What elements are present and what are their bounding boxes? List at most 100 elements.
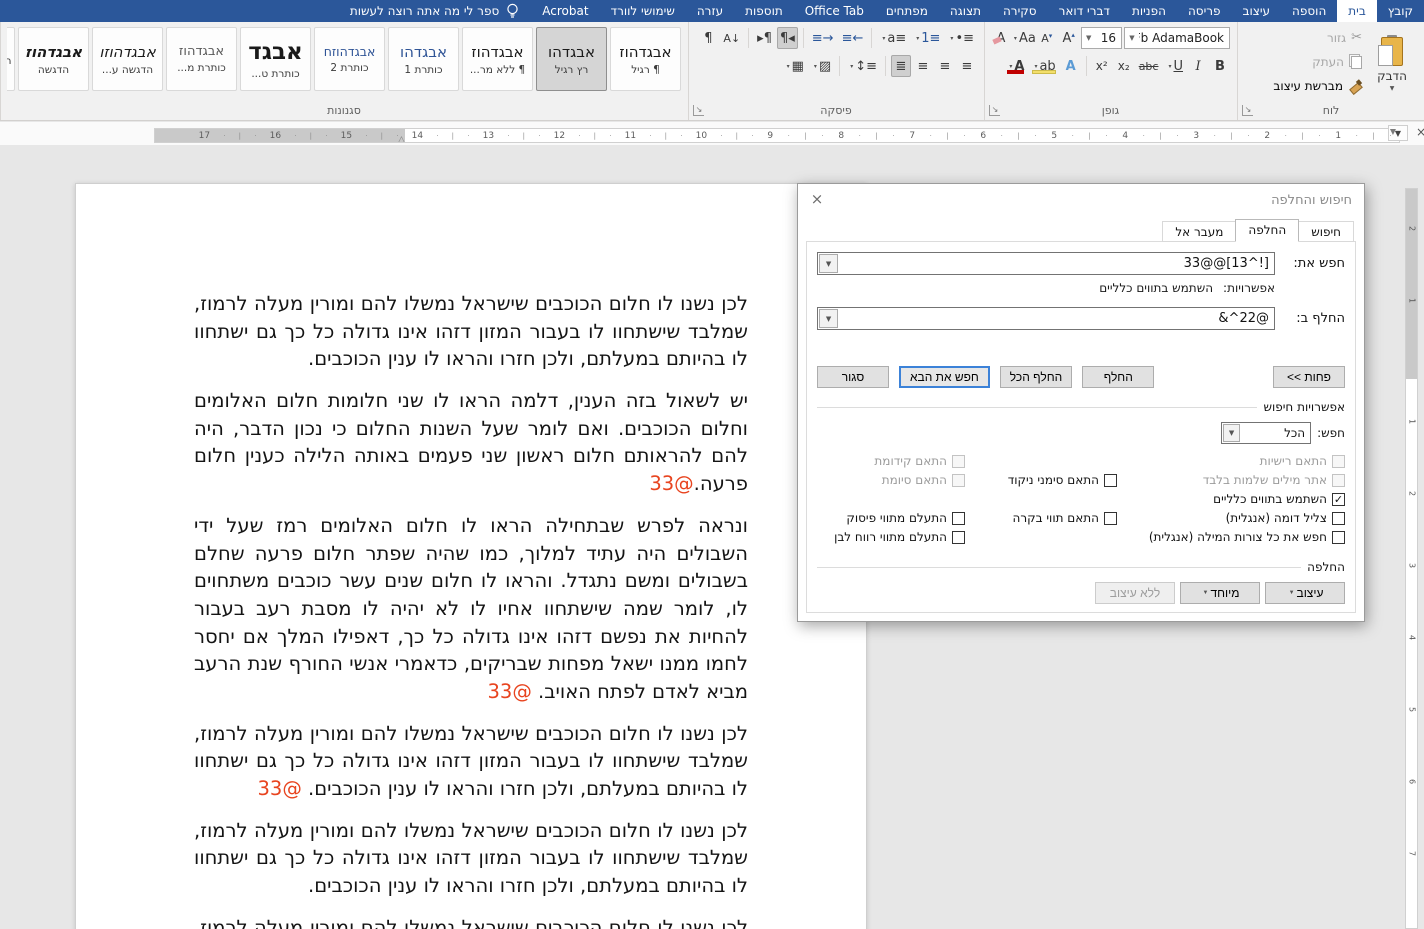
style-card[interactable]: אבגדהוז¶ רגיל bbox=[610, 27, 681, 91]
search-option-checkbox[interactable]: השתמש בתווים כלליים bbox=[1117, 492, 1345, 506]
style-card[interactable]: ה... bbox=[7, 27, 15, 91]
style-card[interactable]: אבגדהוזכותרת מ... bbox=[166, 27, 237, 91]
menu-tab[interactable]: תוספות bbox=[734, 0, 794, 22]
sort-button[interactable]: A↓ bbox=[720, 27, 743, 49]
font-dialog-launcher[interactable]: ↘ bbox=[989, 105, 1000, 116]
indent-marker[interactable]: △ bbox=[398, 135, 405, 143]
search-option-checkbox[interactable]: התאם סימני ניקוד bbox=[965, 473, 1117, 487]
font-size-combo[interactable]: 16 ▼ bbox=[1081, 27, 1122, 49]
menu-tab[interactable]: קובץ bbox=[1377, 0, 1424, 22]
ruler-number: 14 bbox=[412, 131, 423, 141]
chevron-down-icon[interactable]: ▼ bbox=[819, 254, 838, 273]
menu-tab[interactable]: עיצוב bbox=[1232, 0, 1282, 22]
no-formatting-button[interactable]: ללא עיצוב bbox=[1095, 582, 1175, 604]
style-card[interactable]: אבגדכותרת ט... bbox=[240, 27, 311, 91]
special-button[interactable]: מיוחד▼ bbox=[1180, 582, 1260, 604]
clear-formatting-button[interactable]: A bbox=[991, 27, 1011, 49]
change-case-button[interactable]: Aa▾ bbox=[1013, 27, 1035, 49]
menu-tab[interactable]: בית bbox=[1337, 0, 1377, 22]
search-option-checkbox[interactable]: צליל דומה (אנגלית) bbox=[1117, 511, 1345, 525]
ruler-tick: · bbox=[1318, 132, 1320, 140]
grow-font-button[interactable]: A bbox=[1059, 27, 1079, 49]
borders-button[interactable]: ▦▾ bbox=[782, 55, 807, 77]
justify-button[interactable]: ≣ bbox=[891, 55, 911, 77]
menu-tab[interactable]: מפתחים bbox=[875, 0, 939, 22]
ruler-number: 1 bbox=[1408, 296, 1417, 306]
align-right-button[interactable]: ≡ bbox=[957, 55, 977, 77]
ruler-tick: · bbox=[223, 132, 225, 140]
menu-tab[interactable]: שימושי לוורד bbox=[600, 0, 686, 22]
ruler-tick: · bbox=[436, 132, 438, 140]
chevron-down-icon[interactable]: ▼ bbox=[819, 309, 838, 328]
menu-tab[interactable]: תצוגה bbox=[939, 0, 992, 22]
bullet-list-button[interactable]: •≡▾ bbox=[945, 27, 977, 49]
increase-indent-button[interactable]: ≡→ bbox=[809, 27, 837, 49]
document-text-area[interactable]: לכן נשנו לו חלום הכוכבים שישראל נמשלו לה… bbox=[76, 184, 866, 929]
highlight-color-button[interactable]: ab▾ bbox=[1029, 55, 1058, 77]
search-option-checkbox[interactable]: התאם תווי בקרה bbox=[965, 511, 1117, 525]
format-painter-button[interactable]: מברשת עיצוב bbox=[1273, 75, 1362, 96]
strikethrough-button[interactable]: abc bbox=[1136, 55, 1162, 77]
search-option-checkbox[interactable]: התעלם מתווי רווח לבן bbox=[817, 530, 965, 544]
superscript-button[interactable]: x² bbox=[1092, 55, 1112, 77]
italic-button[interactable]: I bbox=[1188, 55, 1208, 77]
first-line-indent-marker[interactable]: ▼ bbox=[1390, 128, 1396, 136]
close-icon[interactable]: × bbox=[1412, 125, 1424, 141]
find-what-input[interactable]: [!^13]@@33 bbox=[839, 256, 1274, 271]
decrease-indent-button[interactable]: ≡← bbox=[839, 27, 867, 49]
style-card[interactable]: אבגדהוכותרת 1 bbox=[388, 27, 459, 91]
dialog-tab[interactable]: החלפה bbox=[1235, 219, 1299, 242]
menu-tab[interactable]: דברי דואר bbox=[1048, 0, 1121, 22]
dialog-tab[interactable]: חיפוש bbox=[1298, 221, 1354, 242]
close-icon[interactable]: × bbox=[808, 190, 826, 208]
close-button[interactable]: סגור bbox=[817, 366, 889, 388]
style-card[interactable]: אבגדהורץ רגיל bbox=[536, 27, 607, 91]
replace-all-button[interactable]: החלף הכל bbox=[1000, 366, 1072, 388]
menu-tab[interactable]: עזרה bbox=[686, 0, 734, 22]
replace-button[interactable]: החלף bbox=[1082, 366, 1154, 388]
align-left-button[interactable]: ≡ bbox=[913, 55, 933, 77]
shrink-font-button[interactable]: A bbox=[1037, 27, 1057, 49]
paragraph-dialog-launcher[interactable]: ↘ bbox=[693, 105, 704, 116]
menu-tab[interactable]: Acrobat bbox=[531, 0, 599, 22]
tell-me-box[interactable]: ספר לי מה אתה רוצה לעשות bbox=[338, 0, 531, 22]
style-card[interactable]: אבגדהוזוהדגשה ע... bbox=[92, 27, 163, 91]
clipboard-dialog-launcher[interactable]: ↘ bbox=[1242, 105, 1253, 116]
rtl-direction-button[interactable]: ¶◂ bbox=[777, 27, 798, 49]
numbered-list-button[interactable]: 1≡▾ bbox=[911, 27, 943, 49]
menu-tab[interactable]: פריסה bbox=[1177, 0, 1232, 22]
search-option-checkbox[interactable]: התעלם מתווי פיסוק bbox=[817, 511, 965, 525]
dialog-tab[interactable]: מעבר אל bbox=[1162, 221, 1236, 242]
style-card[interactable]: אבגדהוז¶ ללא מר... bbox=[462, 27, 533, 91]
show-marks-button[interactable]: ¶ bbox=[698, 27, 718, 49]
cut-button[interactable]: ✂ גזור bbox=[1273, 27, 1362, 48]
format-button[interactable]: עיצוב▼ bbox=[1265, 582, 1345, 604]
style-card[interactable]: אבגדהוזחכותרת 2 bbox=[314, 27, 385, 91]
ltr-direction-button[interactable]: ▸¶ bbox=[754, 27, 775, 49]
subscript-button[interactable]: x₂ bbox=[1114, 55, 1134, 77]
menu-tab[interactable]: Office Tab bbox=[794, 0, 875, 22]
font-name-combo[interactable]: Fb AdamaBook ▼ bbox=[1124, 27, 1230, 49]
align-center-button[interactable]: ≡ bbox=[935, 55, 955, 77]
menu-tab[interactable]: הוספה bbox=[1281, 0, 1337, 22]
line-spacing-button[interactable]: ↕≡▾ bbox=[845, 55, 880, 77]
checkbox-icon bbox=[1332, 474, 1345, 487]
less-button[interactable]: פחות >> bbox=[1273, 366, 1345, 388]
multilevel-list-button[interactable]: a≡▾ bbox=[877, 27, 909, 49]
menu-tab[interactable]: סקירה bbox=[992, 0, 1048, 22]
search-option-checkbox[interactable]: חפש את כל צורות המילה (אנגלית) bbox=[1117, 530, 1345, 544]
paste-button[interactable]: הדבק ▼ bbox=[1366, 26, 1418, 100]
doc-paragraph-text: לכן נשנו לו חלום הכוכבים שישראל נמשלו לה… bbox=[194, 916, 748, 929]
find-next-button[interactable]: חפש את הבא bbox=[899, 366, 990, 388]
text-effects-button[interactable]: A bbox=[1061, 55, 1081, 77]
copy-button[interactable]: העתק bbox=[1273, 51, 1362, 72]
menu-tab[interactable]: הפניות bbox=[1121, 0, 1177, 22]
font-color-button[interactable]: A▾ bbox=[1004, 55, 1027, 77]
replace-with-input[interactable]: @22^& bbox=[839, 311, 1274, 326]
ruler-tick: · bbox=[859, 132, 861, 140]
style-card[interactable]: אבגדהוזהדגשה bbox=[18, 27, 89, 91]
search-scope-select[interactable]: הכל ▼ bbox=[1221, 422, 1311, 444]
underline-button[interactable]: U▾ bbox=[1163, 55, 1186, 77]
shading-button[interactable]: ▨▾ bbox=[809, 55, 834, 77]
bold-button[interactable]: B bbox=[1210, 55, 1230, 77]
